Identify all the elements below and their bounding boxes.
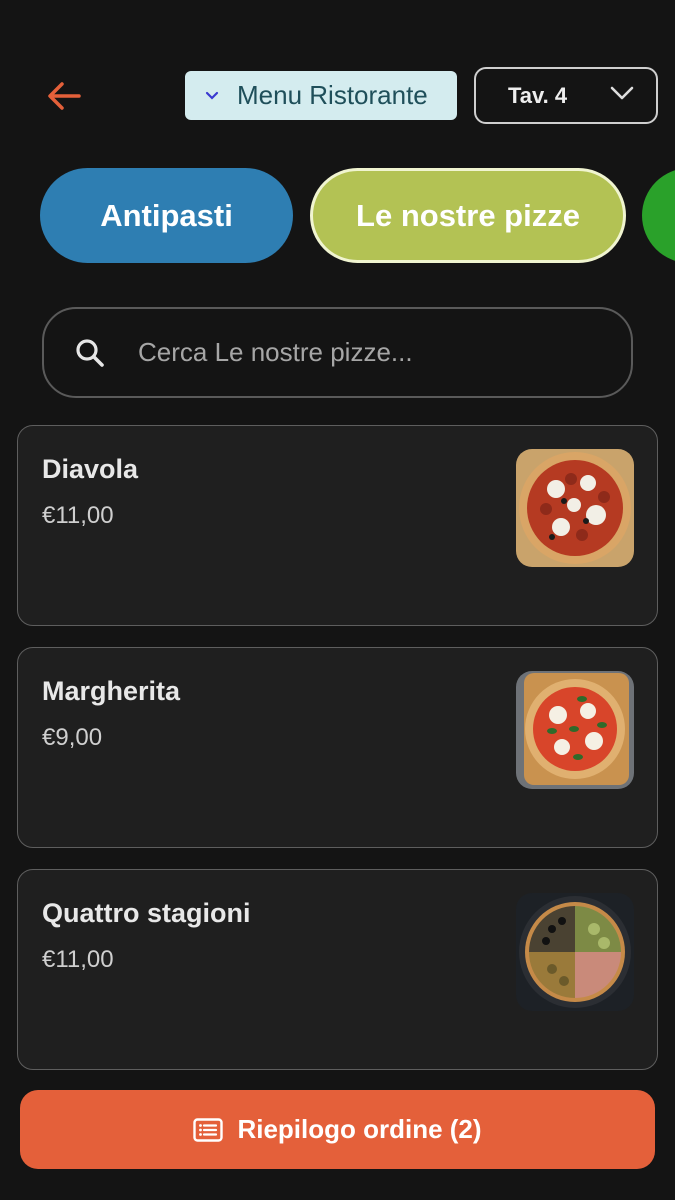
pizza-margherita-image <box>516 671 634 789</box>
search-icon <box>74 336 108 370</box>
back-button[interactable] <box>40 72 88 120</box>
menu-item-card[interactable]: Diavola €11,00 <box>17 425 658 626</box>
item-price: €9,00 <box>42 724 103 751</box>
item-name: Margherita <box>42 676 181 706</box>
search-input[interactable] <box>136 336 580 369</box>
chevron-down-icon <box>610 86 634 105</box>
item-price: €11,00 <box>42 946 114 973</box>
menu-selector-label: Menu Ristorante <box>237 80 428 110</box>
order-summary-button[interactable]: Riepilogo ordine (2) <box>20 1090 655 1169</box>
pizza-quattro-stagioni-image <box>516 893 634 1011</box>
menu-selector[interactable]: Menu Ristorante <box>185 71 457 120</box>
table-select-value: Tav. 4 <box>508 82 568 108</box>
item-price: €11,00 <box>42 502 114 529</box>
search-bar[interactable] <box>42 307 633 398</box>
pizza-diavola-image <box>516 449 634 567</box>
category-pill-pizze[interactable]: Le nostre pizze <box>310 168 626 263</box>
menu-screen: Menu Ristorante Tav. 4 Antipasti Le nost… <box>0 0 675 1200</box>
table-select[interactable]: Tav. 4 <box>474 67 658 124</box>
item-name: Diavola <box>42 454 139 484</box>
menu-item-card[interactable]: Margherita €9,00 <box>17 647 658 848</box>
menu-item-card[interactable]: Quattro stagioni €11,00 <box>17 869 658 1070</box>
arrow-left-icon <box>48 82 81 110</box>
order-summary-label: Riepilogo ordine (2) <box>237 1114 482 1144</box>
list-icon <box>193 1117 225 1143</box>
chevron-down-icon <box>205 88 221 104</box>
category-pill-antipasti[interactable]: Antipasti <box>40 168 293 263</box>
category-pill-next[interactable] <box>642 168 675 263</box>
item-name: Quattro stagioni <box>42 898 251 928</box>
